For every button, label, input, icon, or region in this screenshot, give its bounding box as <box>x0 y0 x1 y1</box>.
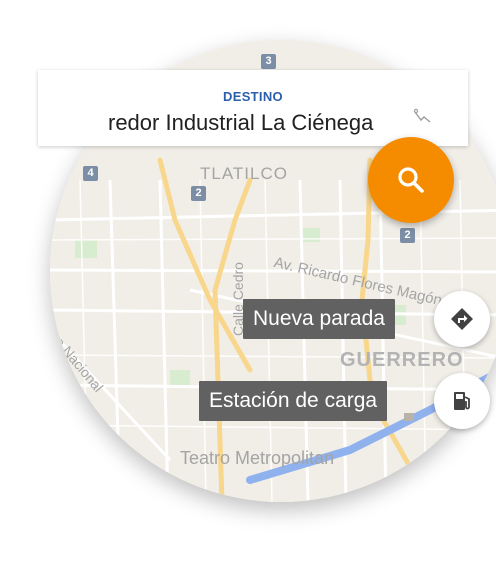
map-label-tlatilco: TLATILCO <box>200 164 288 183</box>
highway-shield: 2 <box>191 186 206 201</box>
map-label-teatro: Teatro Metropolitan <box>180 448 335 468</box>
directions-icon <box>451 308 473 330</box>
map-label-guerrero: GUERRERO <box>340 349 464 371</box>
charging-station-tooltip: Estación de carga <box>199 381 388 421</box>
gas-station-button[interactable] <box>434 373 490 429</box>
highway-shield: 2 <box>400 228 415 243</box>
gas-station-icon <box>454 392 470 410</box>
new-stop-tooltip: Nueva parada <box>243 299 395 339</box>
highway-shield: 3 <box>261 54 276 69</box>
search-button[interactable] <box>368 137 454 223</box>
destination-value[interactable]: redor Industrial La Ciénega <box>108 110 373 136</box>
highway-shield: 4 <box>83 166 98 181</box>
destination-pin-icon[interactable] <box>412 106 432 126</box>
destination-card[interactable]: DESTINO redor Industrial La Ciénega <box>38 70 468 146</box>
directions-button[interactable] <box>434 291 490 347</box>
search-icon <box>398 167 424 193</box>
destination-label: DESTINO <box>223 89 283 104</box>
